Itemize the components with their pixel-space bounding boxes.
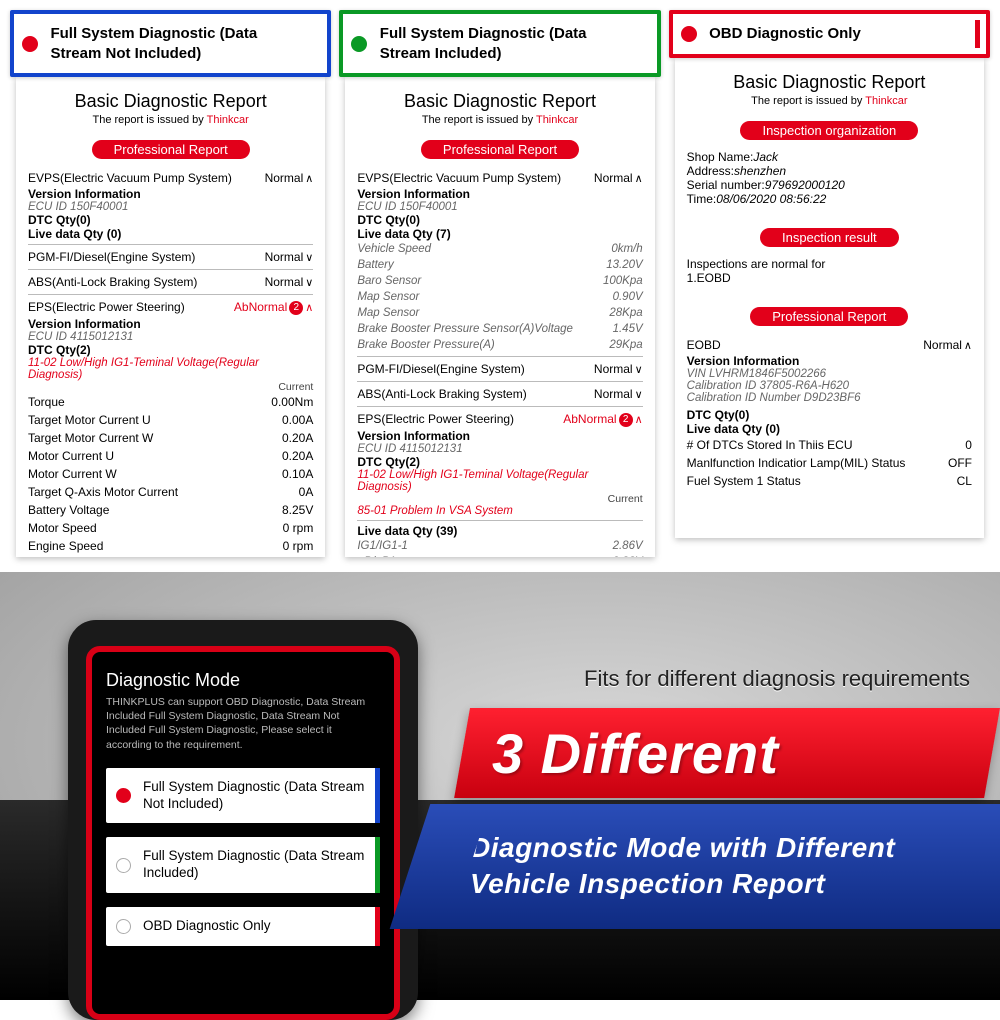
header-blue: Full System Diagnostic (Data Stream Not … bbox=[10, 10, 331, 77]
option-label: Full System Diagnostic (Data Stream Not … bbox=[143, 779, 370, 813]
header-label: OBD Diagnostic Only bbox=[709, 24, 861, 44]
pill-professional: Professional Report bbox=[28, 140, 313, 159]
org-line: Time:08/06/2020 08:56:22 bbox=[687, 192, 972, 206]
data-row: Vehicle Speed0km/h bbox=[357, 241, 642, 257]
data-row: +B/+B12.83V bbox=[357, 554, 642, 557]
data-row: Engine Speed (CAN)0 rpm bbox=[28, 555, 313, 557]
data-row: Torque0.00Nm bbox=[28, 393, 313, 411]
data-row: Brake Booster Pressure Sensor(A)Voltage1… bbox=[357, 321, 642, 337]
radio-icon bbox=[116, 788, 131, 803]
blue-banner: Diagnostic Mode with Different Vehicle I… bbox=[440, 804, 1000, 929]
bullet-icon bbox=[351, 36, 367, 52]
data-row: Map Sensor28Kpa bbox=[357, 305, 642, 321]
data-row: Fuel System 1 StatusCL bbox=[687, 472, 972, 490]
data-row: Motor Current U0.20A bbox=[28, 447, 313, 465]
report-3: Basic Diagnostic Report The report is is… bbox=[675, 58, 984, 538]
report-col-2: Full System Diagnostic (Data Stream Incl… bbox=[339, 10, 660, 572]
diagnostic-mode-desc: THINKPLUS can support OBD Diagnostic, Da… bbox=[106, 695, 380, 752]
version-info: Version Information bbox=[28, 187, 313, 201]
data-row: Motor Current W0.10A bbox=[28, 465, 313, 483]
bullet-icon bbox=[681, 26, 697, 42]
bottom-section: Diagnostic Mode THINKPLUS can support OB… bbox=[0, 572, 1000, 1000]
color-stripe-icon bbox=[375, 907, 380, 946]
report-title: Basic Diagnostic Report bbox=[28, 91, 313, 112]
data-row: Motor Speed0 rpm bbox=[28, 519, 313, 537]
org-line: Serial number:979692000120 bbox=[687, 178, 972, 192]
org-line: Address:shenzhen bbox=[687, 164, 972, 178]
header-label: Full System Diagnostic (Data Stream Not … bbox=[50, 24, 310, 63]
diagnostic-mode-title: Diagnostic Mode bbox=[106, 670, 380, 691]
radio-icon bbox=[116, 858, 131, 873]
radio-icon bbox=[116, 919, 131, 934]
data-row: Manlfunction Indicatior Lamp(MIL) Status… bbox=[687, 454, 972, 472]
mode-option[interactable]: Full System Diagnostic (Data Stream Incl… bbox=[106, 837, 380, 893]
org-line: Shop Name:Jack bbox=[687, 150, 972, 164]
abnormal-badge-icon: 2 bbox=[289, 301, 303, 315]
option-label: Full System Diagnostic (Data Stream Incl… bbox=[143, 848, 370, 882]
data-row: Battery13.20V bbox=[357, 257, 642, 273]
header-green: Full System Diagnostic (Data Stream Incl… bbox=[339, 10, 660, 77]
color-stripe-icon bbox=[375, 837, 380, 893]
data-row: IG1/IG1-12.86V bbox=[357, 538, 642, 554]
header-label: Full System Diagnostic (Data Stream Incl… bbox=[380, 24, 640, 63]
report-subtitle: The report is issued by Thinkcar bbox=[28, 114, 313, 126]
red-banner: 3 Different bbox=[454, 708, 1000, 798]
data-row: Target Motor Current U0.00A bbox=[28, 411, 313, 429]
report-1: Basic Diagnostic Report The report is is… bbox=[16, 77, 325, 557]
data-row: Brake Booster Pressure(A)29Kpa bbox=[357, 337, 642, 353]
option-label: OBD Diagnostic Only bbox=[143, 918, 271, 935]
report-col-3: OBD Diagnostic Only Basic Diagnostic Rep… bbox=[669, 10, 990, 572]
header-red: OBD Diagnostic Only bbox=[669, 10, 990, 58]
mode-option[interactable]: Full System Diagnostic (Data Stream Not … bbox=[106, 768, 380, 824]
color-stripe-icon bbox=[375, 768, 380, 824]
report-2: Basic Diagnostic Report The report is is… bbox=[345, 77, 654, 557]
data-row: Baro Sensor100Kpa bbox=[357, 273, 642, 289]
data-row: Map Sensor0.90V bbox=[357, 289, 642, 305]
reports-row: Full System Diagnostic (Data Stream Not … bbox=[0, 0, 1000, 572]
data-row: Target Motor Current W0.20A bbox=[28, 429, 313, 447]
tagline-text: Fits for different diagnosis requirement… bbox=[584, 666, 970, 692]
red-stripe-icon bbox=[975, 20, 980, 48]
data-row: Target Q-Axis Motor Current0A bbox=[28, 483, 313, 501]
data-row: # Of DTCs Stored In Thiis ECU0 bbox=[687, 436, 972, 454]
mode-option[interactable]: OBD Diagnostic Only bbox=[106, 907, 380, 946]
bullet-icon bbox=[22, 36, 38, 52]
device-screen: Diagnostic Mode THINKPLUS can support OB… bbox=[86, 646, 400, 1020]
report-col-1: Full System Diagnostic (Data Stream Not … bbox=[10, 10, 331, 572]
diagnostic-device: Diagnostic Mode THINKPLUS can support OB… bbox=[68, 620, 418, 1020]
data-row: Engine Speed0 rpm bbox=[28, 537, 313, 555]
data-row: Battery Voltage8.25V bbox=[28, 501, 313, 519]
